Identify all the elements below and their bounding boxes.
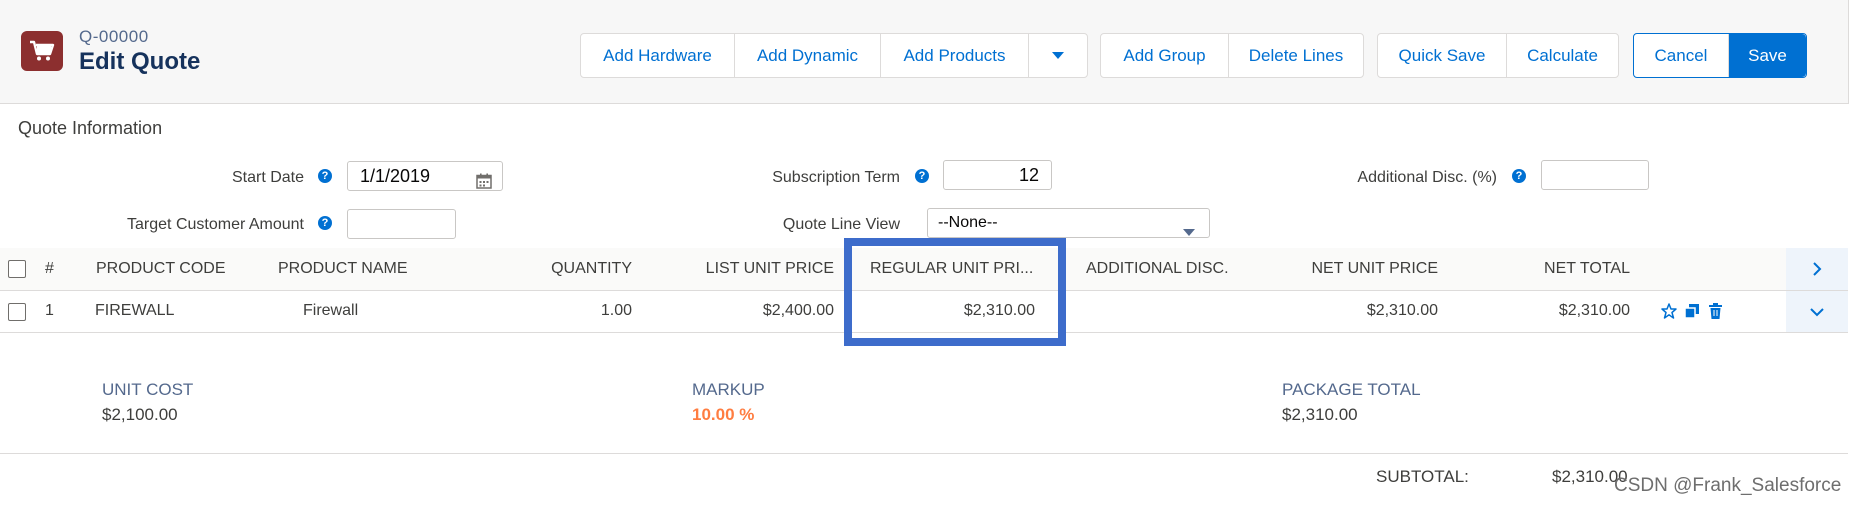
row-product-code: FIREWALL — [95, 302, 175, 319]
clone-icon[interactable] — [1684, 303, 1700, 324]
row-quantity[interactable]: 1.00 — [500, 302, 632, 320]
group-button-group: Add Group Delete Lines — [1100, 33, 1364, 78]
save-calc-button-group: Quick Save Calculate — [1377, 33, 1619, 78]
more-actions-button[interactable] — [1029, 34, 1087, 77]
unit-cost-value: $2,100.00 — [102, 405, 178, 424]
add-group-button[interactable]: Add Group — [1101, 34, 1229, 77]
help-icon[interactable]: ? — [1512, 169, 1526, 183]
add-hardware-button[interactable]: Add Hardware — [581, 34, 735, 77]
package-total-value: $2,310.00 — [1282, 405, 1358, 424]
chevron-down-icon — [1810, 307, 1824, 316]
quote-line-view-label: Quote Line View — [782, 216, 900, 233]
header-product-name[interactable]: PRODUCT NAME — [278, 260, 408, 278]
delete-lines-button[interactable]: Delete Lines — [1229, 34, 1363, 77]
subtotal-label: SUBTOTAL: — [1376, 467, 1469, 486]
help-icon[interactable]: ? — [915, 169, 929, 183]
subscription-term-input[interactable]: 12 — [943, 160, 1052, 190]
product-button-group: Add Hardware Add Dynamic Add Products — [580, 33, 1088, 78]
row-net-total: $2,310.00 — [1558, 302, 1630, 319]
caret-down-icon — [1183, 219, 1195, 247]
row-net-unit-price: $2,310.00 — [1366, 302, 1438, 319]
save-button[interactable]: Save — [1729, 34, 1806, 77]
chevron-right-icon — [1813, 262, 1822, 276]
start-date-label: Start Date — [231, 169, 304, 186]
additional-disc-label: Additional Disc. (%) — [1357, 169, 1497, 186]
header-product-code[interactable]: PRODUCT CODE — [96, 260, 226, 278]
target-customer-amount-label: Target Customer Amount — [127, 216, 304, 233]
target-customer-amount-input[interactable] — [347, 209, 456, 239]
quote-line-view-select[interactable]: --None-- — [927, 208, 1210, 238]
quote-line-view-value: --None-- — [938, 214, 998, 231]
page-header: Q-00000 Edit Quote Add Hardware Add Dyna… — [0, 0, 1849, 104]
cancel-button[interactable]: Cancel — [1634, 34, 1729, 77]
start-date-value: 1/1/2019 — [360, 166, 431, 186]
subscription-term-label: Subscription Term — [772, 169, 900, 186]
add-dynamic-button[interactable]: Add Dynamic — [735, 34, 881, 77]
quote-number: Q-00000 — [79, 27, 149, 46]
footer-divider — [0, 453, 1848, 454]
header-quantity[interactable]: QUANTITY — [500, 260, 632, 278]
quote-information-title: Quote Information — [18, 118, 163, 138]
row-expand-button[interactable] — [1786, 291, 1848, 332]
markup-value: 10.00 % — [692, 405, 755, 424]
header-index: # — [45, 260, 54, 277]
package-total-label: PACKAGE TOTAL — [1282, 380, 1421, 399]
calendar-icon[interactable] — [476, 169, 492, 197]
header-list-unit-price[interactable]: LIST UNIT PRICE — [650, 260, 834, 278]
cancel-save-button-group: Cancel Save — [1633, 33, 1807, 78]
shopping-cart-icon — [21, 31, 63, 71]
header-net-total[interactable]: NET TOTAL — [1460, 260, 1630, 278]
row-list-unit-price: $2,400.00 — [762, 302, 834, 319]
additional-disc-input[interactable] — [1541, 160, 1649, 190]
row-checkbox[interactable] — [8, 303, 26, 321]
header-net-unit-price[interactable]: NET UNIT PRICE — [1250, 260, 1438, 278]
row-index: 1 — [45, 302, 54, 319]
help-icon[interactable]: ? — [318, 216, 332, 230]
calculate-button[interactable]: Calculate — [1507, 34, 1618, 77]
delete-icon[interactable] — [1708, 303, 1723, 324]
page-title: Edit Quote — [79, 48, 201, 75]
row-product-name: Firewall — [303, 302, 359, 319]
add-products-button[interactable]: Add Products — [881, 34, 1029, 77]
page: Q-00000 Edit Quote Add Hardware Add Dyna… — [0, 0, 1851, 507]
select-all-checkbox[interactable] — [8, 260, 26, 278]
highlight-box — [844, 238, 1066, 346]
start-date-input[interactable]: 1/1/2019 — [347, 161, 503, 191]
watermark: CSDN @Frank_Salesforce — [1614, 475, 1842, 496]
quick-save-button[interactable]: Quick Save — [1378, 34, 1507, 77]
markup-label: MARKUP — [692, 380, 765, 399]
expand-columns-button[interactable] — [1786, 248, 1848, 290]
header-additional-disc[interactable]: ADDITIONAL DISC. — [1086, 260, 1229, 278]
unit-cost-label: UNIT COST — [102, 380, 194, 399]
star-icon[interactable] — [1661, 303, 1677, 324]
caret-down-icon — [1052, 52, 1064, 59]
help-icon[interactable]: ? — [318, 169, 332, 183]
